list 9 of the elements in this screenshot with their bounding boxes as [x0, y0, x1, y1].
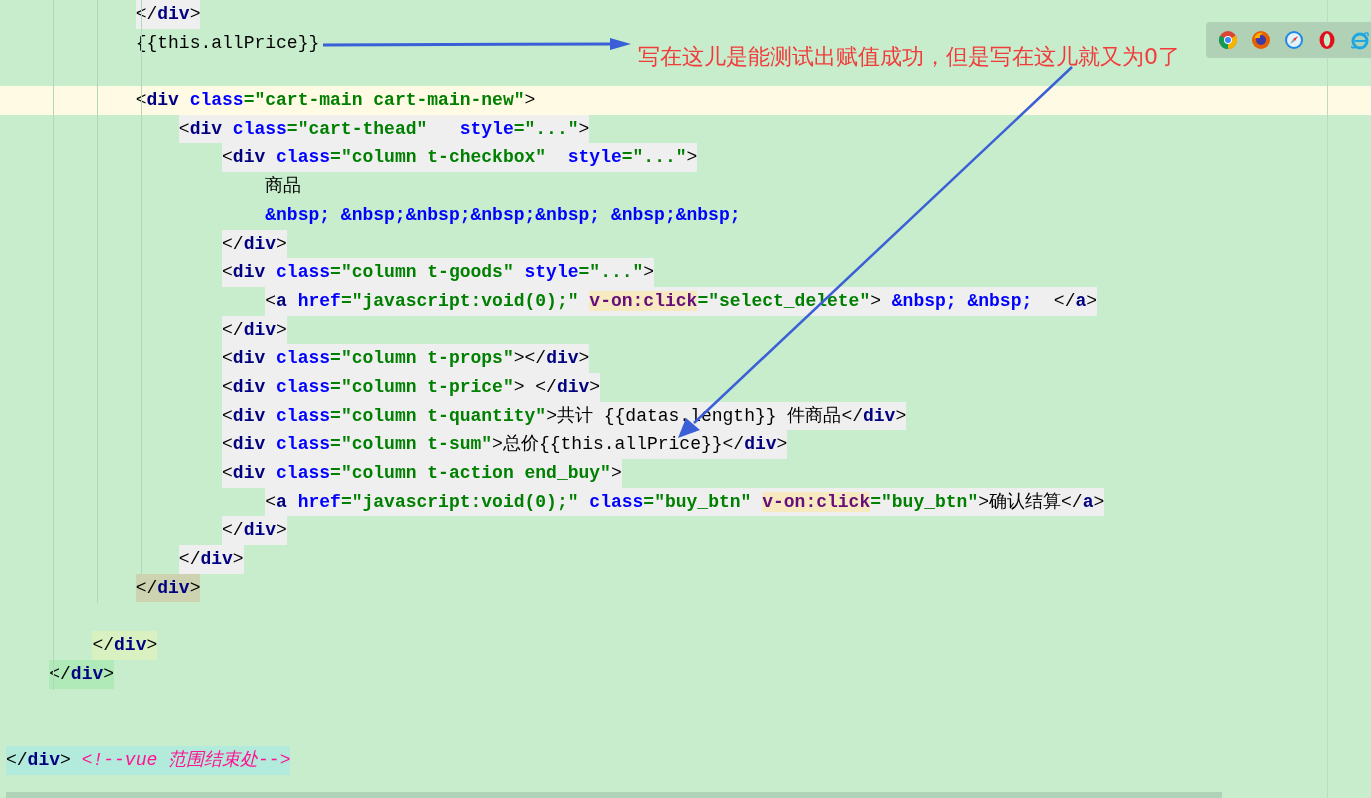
compass-icon[interactable] — [1284, 30, 1304, 50]
annotation-text: 写在这儿是能测试出赋值成功，但是写在这儿就又为0了 — [638, 43, 1180, 71]
code-line: 商品 — [265, 175, 302, 199]
browser-icon[interactable] — [1251, 30, 1271, 50]
browser-icon[interactable] — [1317, 30, 1337, 50]
horizontal-scrollbar[interactable] — [6, 792, 1222, 798]
code-line: &nbsp; &nbsp;&nbsp;&nbsp;&nbsp; &nbsp;&nbsp; — [265, 203, 741, 227]
browser-icon[interactable] — [1218, 30, 1238, 50]
code-line: {{this.allPrice}} — [135, 31, 320, 55]
